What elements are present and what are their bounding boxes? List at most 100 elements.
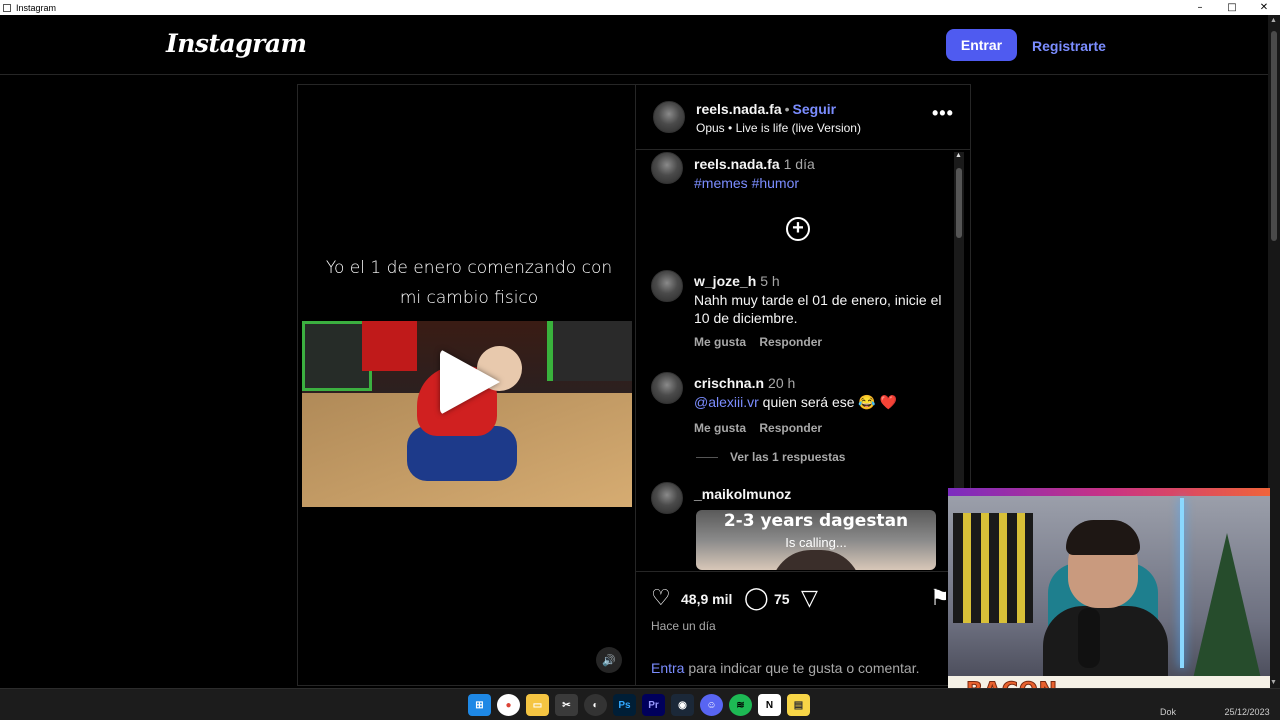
windows-start-icon[interactable]: ⊞ xyxy=(468,694,491,716)
author-avatar[interactable] xyxy=(651,152,683,184)
webcam-light xyxy=(1180,498,1184,668)
replies-divider xyxy=(696,457,718,459)
likes-count[interactable]: 48,9 mil xyxy=(681,591,732,607)
comment-actions: Me gusta Responder xyxy=(694,335,832,349)
video-caption-overlay: Yo el 1 de enero comenzando con mi cambi… xyxy=(318,253,620,313)
reel-video[interactable]: Yo el 1 de enero comenzando con mi cambi… xyxy=(298,85,636,685)
taskbar-clock[interactable]: Dok 25/12/2023 xyxy=(1160,707,1270,717)
commenter-avatar[interactable] xyxy=(651,372,683,404)
app-icon xyxy=(3,3,11,12)
comment-image[interactable]: 2-3 years dagestan Is calling... xyxy=(696,510,936,570)
chrome-icon[interactable]: ● xyxy=(497,694,520,716)
obs-icon[interactable]: ◐ xyxy=(584,694,607,716)
description-hashtags[interactable]: #memes #humor xyxy=(694,174,952,192)
more-options-icon[interactable]: ••• xyxy=(932,103,954,124)
login-button[interactable]: Entrar xyxy=(946,29,1017,61)
view-replies-button[interactable]: Ver las 1 respuestas xyxy=(696,450,845,464)
os-taskbar: ⊞ ● ▭ ✂ ◐ Ps Pr ◉ ☺ ≋ N ▤ Dok 25/12/2023 xyxy=(0,688,1280,720)
like-comment-button[interactable]: Me gusta xyxy=(694,335,746,349)
comment-username[interactable]: w_joze_h xyxy=(694,273,756,289)
taskbar-apps: ⊞ ● ▭ ✂ ◐ Ps Pr ◉ ☺ ≋ N ▤ xyxy=(468,694,810,716)
meme-face xyxy=(771,550,861,570)
photoshop-icon[interactable]: Ps xyxy=(613,694,636,716)
heart-icon[interactable]: ♡ xyxy=(651,586,671,611)
meme-text-1: 2-3 years dagestan xyxy=(723,511,909,531)
post-sidebar: reels.nada.fa • Seguir Opus • Live is life… xyxy=(636,85,970,685)
post-header: reels.nada.fa • Seguir Opus • Live is life… xyxy=(636,85,970,150)
comment-text: Nahh muy tarde el 01 de enero, inicie el… xyxy=(694,292,942,326)
play-icon[interactable] xyxy=(440,349,500,415)
notion-icon[interactable]: N xyxy=(758,694,781,716)
login-link[interactable]: Entra xyxy=(651,660,684,676)
webcam-person-hair xyxy=(1066,520,1140,555)
comment-username[interactable]: crischna.n xyxy=(694,375,764,391)
video-frame[interactable] xyxy=(302,321,632,507)
description-username[interactable]: reels.nada.fa xyxy=(694,156,780,172)
comments-list[interactable]: reels.nada.fa 1 día #memes #humor + w_joz… xyxy=(636,150,970,570)
scroll-down-arrow-icon[interactable]: ▼ xyxy=(1270,679,1277,686)
load-more-comments-icon[interactable]: + xyxy=(786,217,810,241)
top-nav: Instagram Entrar Registrarte xyxy=(0,15,1268,75)
follow-button[interactable]: Seguir xyxy=(793,101,837,117)
commenter-avatar[interactable] xyxy=(651,482,683,514)
like-comment-button[interactable]: Me gusta xyxy=(694,421,746,435)
scroll-up-arrow-icon[interactable]: ▲ xyxy=(955,152,962,159)
steam-icon[interactable]: ◉ xyxy=(671,694,694,716)
scroll-up-arrow-icon[interactable]: ▲ xyxy=(1270,17,1277,24)
share-icon[interactable]: ▽ xyxy=(801,586,818,611)
post-author-line: reels.nada.fa • Seguir xyxy=(696,101,836,117)
comment-actions: Me gusta Responder xyxy=(694,421,832,435)
dot-separator: • xyxy=(728,121,736,135)
description-user-line: reels.nada.fa 1 día xyxy=(694,156,815,172)
reply-comment-button[interactable]: Responder xyxy=(759,421,822,435)
snipping-tool-icon[interactable]: ✂ xyxy=(555,694,578,716)
audio-info[interactable]: Opus • Live is life (live Version) xyxy=(696,121,861,135)
comment-time: 20 h xyxy=(768,375,796,391)
login-prompt-text: para indicar que te gusta o comentar. xyxy=(684,660,920,676)
dot-separator: • xyxy=(784,101,790,117)
commenter-avatar[interactable] xyxy=(651,270,683,302)
bookmark-icon[interactable]: ⚑ xyxy=(930,586,950,611)
comments-count: 75 xyxy=(774,591,790,607)
signup-link[interactable]: Registrarte xyxy=(1032,38,1106,54)
instagram-logo[interactable]: Instagram xyxy=(166,29,307,58)
author-avatar[interactable] xyxy=(653,101,685,133)
webcam-border xyxy=(948,488,1270,496)
minimize-button[interactable]: – xyxy=(1184,0,1216,15)
maximize-button[interactable]: □ xyxy=(1216,0,1248,15)
spotify-icon[interactable]: ≋ xyxy=(729,694,752,716)
reply-comment-button[interactable]: Responder xyxy=(759,335,822,349)
window-controls: – □ ✕ xyxy=(1184,0,1280,15)
webcam-clothes-rack xyxy=(953,513,1033,623)
file-explorer-icon[interactable]: ▭ xyxy=(526,694,549,716)
comment-username[interactable]: _maikolmunoz xyxy=(694,486,791,502)
audio-track[interactable]: Live is life (live Version) xyxy=(736,121,861,135)
window-title: Instagram xyxy=(16,2,57,13)
comment-user-line: crischna.n 20 h xyxy=(694,375,795,391)
window-titlebar: Instagram – □ ✕ xyxy=(0,0,1280,15)
meme-text-2: Is calling... xyxy=(785,535,847,550)
comment-icon[interactable]: ◯ xyxy=(744,586,769,611)
comment-mention[interactable]: @alexiii.vr xyxy=(694,394,759,410)
close-button[interactable]: ✕ xyxy=(1248,0,1280,15)
video-wall-right xyxy=(547,321,632,381)
view-replies-label[interactable]: Ver las 1 respuestas xyxy=(730,450,845,464)
clock-date: 25/12/2023 xyxy=(1224,707,1270,717)
webcam-microphone xyxy=(1078,608,1100,668)
comment-body: quien será ese 😂 ❤️ xyxy=(758,394,898,410)
video-red-wall xyxy=(362,321,417,371)
author-username[interactable]: reels.nada.fa xyxy=(696,101,782,117)
post-card: Yo el 1 de enero comenzando con mi cambi… xyxy=(297,84,971,686)
audio-artist[interactable]: Opus xyxy=(696,121,725,135)
sticky-notes-icon[interactable]: ▤ xyxy=(787,694,810,716)
webcam-overlay: BACON xyxy=(948,488,1270,710)
comments-scroll-thumb[interactable] xyxy=(956,168,962,238)
comment-text: @alexiii.vr quien será ese 😂 ❤️ xyxy=(694,393,952,411)
page-scroll-thumb[interactable] xyxy=(1271,31,1277,241)
volume-icon[interactable]: 🔊 xyxy=(596,647,622,673)
discord-icon[interactable]: ☺ xyxy=(700,694,723,716)
comment-time: 5 h xyxy=(760,273,780,289)
premiere-icon[interactable]: Pr xyxy=(642,694,665,716)
post-actions: ♡ 48,9 mil ◯ 75 ▽ ⚑ Hace un día Entra pa… xyxy=(636,571,970,685)
comment-user-line: w_joze_h 5 h xyxy=(694,273,780,289)
